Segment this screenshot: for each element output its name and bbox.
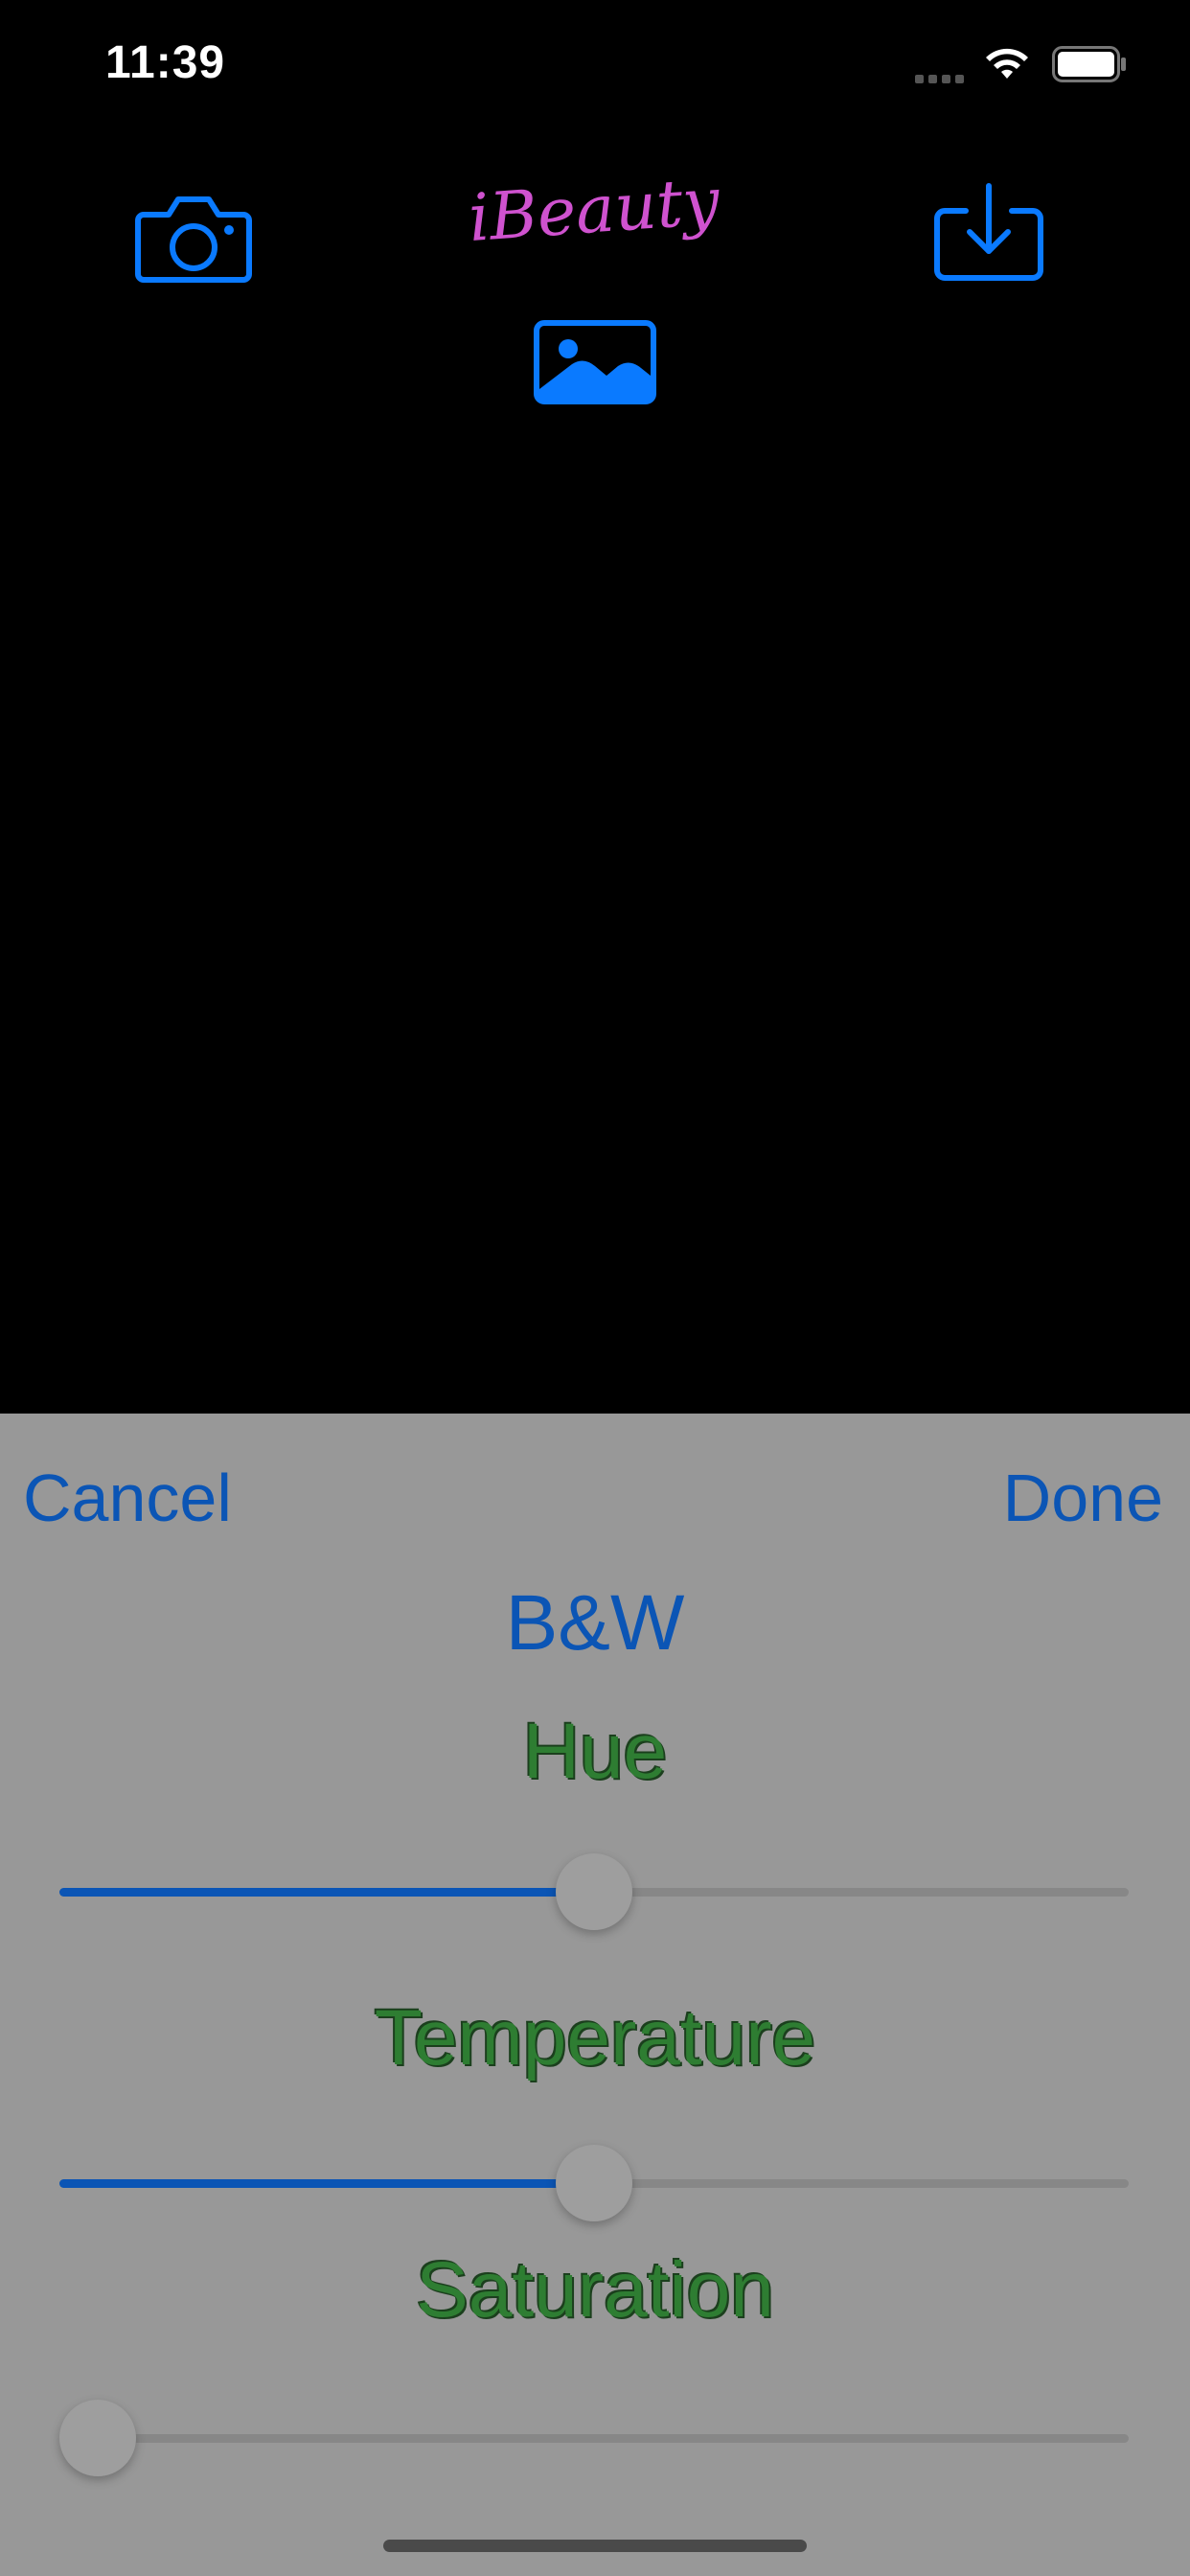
app-title: iBeauty bbox=[466, 163, 722, 258]
slider-thumb[interactable] bbox=[59, 2400, 136, 2476]
status-time: 11:39 bbox=[105, 37, 226, 88]
hue-slider[interactable] bbox=[59, 1853, 1129, 1930]
temperature-label: Temperature bbox=[374, 1994, 816, 2082]
filter-panel: Cancel Done B&W Hue Temperature Saturati… bbox=[0, 1414, 1190, 2576]
camera-icon[interactable] bbox=[134, 192, 253, 284]
wifi-icon bbox=[986, 48, 1028, 79]
saturation-slider[interactable] bbox=[59, 2400, 1129, 2476]
filter-title: B&W bbox=[505, 1579, 685, 1667]
temperature-slider[interactable] bbox=[59, 2145, 1129, 2221]
slider-thumb[interactable] bbox=[556, 1853, 632, 1930]
done-button[interactable]: Done bbox=[1003, 1460, 1163, 1536]
hue-label: Hue bbox=[522, 1708, 668, 1795]
home-indicator bbox=[383, 2540, 807, 2552]
cellular-signal-icon bbox=[915, 71, 969, 88]
slider-fill bbox=[59, 2179, 594, 2188]
slider-track bbox=[59, 2434, 1129, 2443]
download-tray-icon[interactable] bbox=[931, 182, 1046, 282]
slider-thumb[interactable] bbox=[556, 2145, 632, 2221]
battery-icon bbox=[1052, 46, 1126, 82]
cancel-button[interactable]: Cancel bbox=[23, 1460, 232, 1536]
saturation-label: Saturation bbox=[416, 2246, 774, 2334]
status-bar: 11:39 bbox=[0, 0, 1190, 134]
photo-library-icon[interactable] bbox=[534, 320, 656, 404]
slider-fill bbox=[59, 1888, 594, 1897]
